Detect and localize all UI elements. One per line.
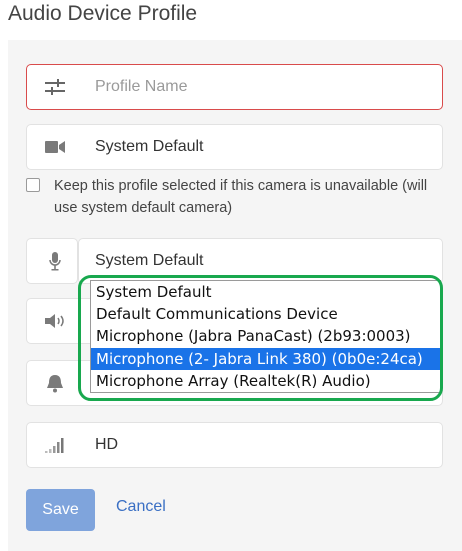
microphone-icon-box bbox=[26, 238, 78, 284]
profile-name-input[interactable]: Profile Name bbox=[95, 65, 187, 109]
signal-bars-icon bbox=[41, 423, 69, 467]
save-button[interactable]: Save bbox=[26, 489, 95, 531]
quality-value: HD bbox=[95, 436, 119, 453]
microphone-option[interactable]: Microphone Array (Realtek(R) Audio) bbox=[91, 370, 440, 392]
microphone-option[interactable]: System Default bbox=[91, 281, 440, 303]
bell-icon bbox=[41, 361, 69, 405]
microphone-select[interactable]: System Default bbox=[78, 238, 443, 284]
cancel-link[interactable]: Cancel bbox=[116, 498, 166, 516]
microphone-value: System Default bbox=[95, 252, 204, 269]
keep-profile-checkbox[interactable] bbox=[26, 178, 40, 192]
page-title: Audio Device Profile bbox=[8, 2, 198, 25]
sliders-icon bbox=[41, 65, 69, 109]
camera-select[interactable]: System Default bbox=[26, 124, 443, 170]
profile-name-field[interactable]: Profile Name bbox=[26, 64, 443, 110]
keep-profile-label: Keep this profile selected if this camer… bbox=[54, 178, 428, 216]
quality-select[interactable]: HD bbox=[26, 422, 443, 468]
microphone-option[interactable]: Microphone (Jabra PanaCast) (2b93:0003) bbox=[91, 325, 440, 347]
video-camera-icon bbox=[41, 125, 69, 169]
microphone-option[interactable]: Default Communications Device bbox=[91, 303, 440, 325]
microphone-option-selected[interactable]: Microphone (2- Jabra Link 380) (0b0e:24c… bbox=[91, 347, 440, 370]
microphone-icon bbox=[41, 239, 69, 283]
speaker-icon bbox=[41, 299, 69, 343]
microphone-dropdown-list: System Default Default Communications De… bbox=[90, 280, 441, 393]
camera-value: System Default bbox=[95, 138, 204, 155]
